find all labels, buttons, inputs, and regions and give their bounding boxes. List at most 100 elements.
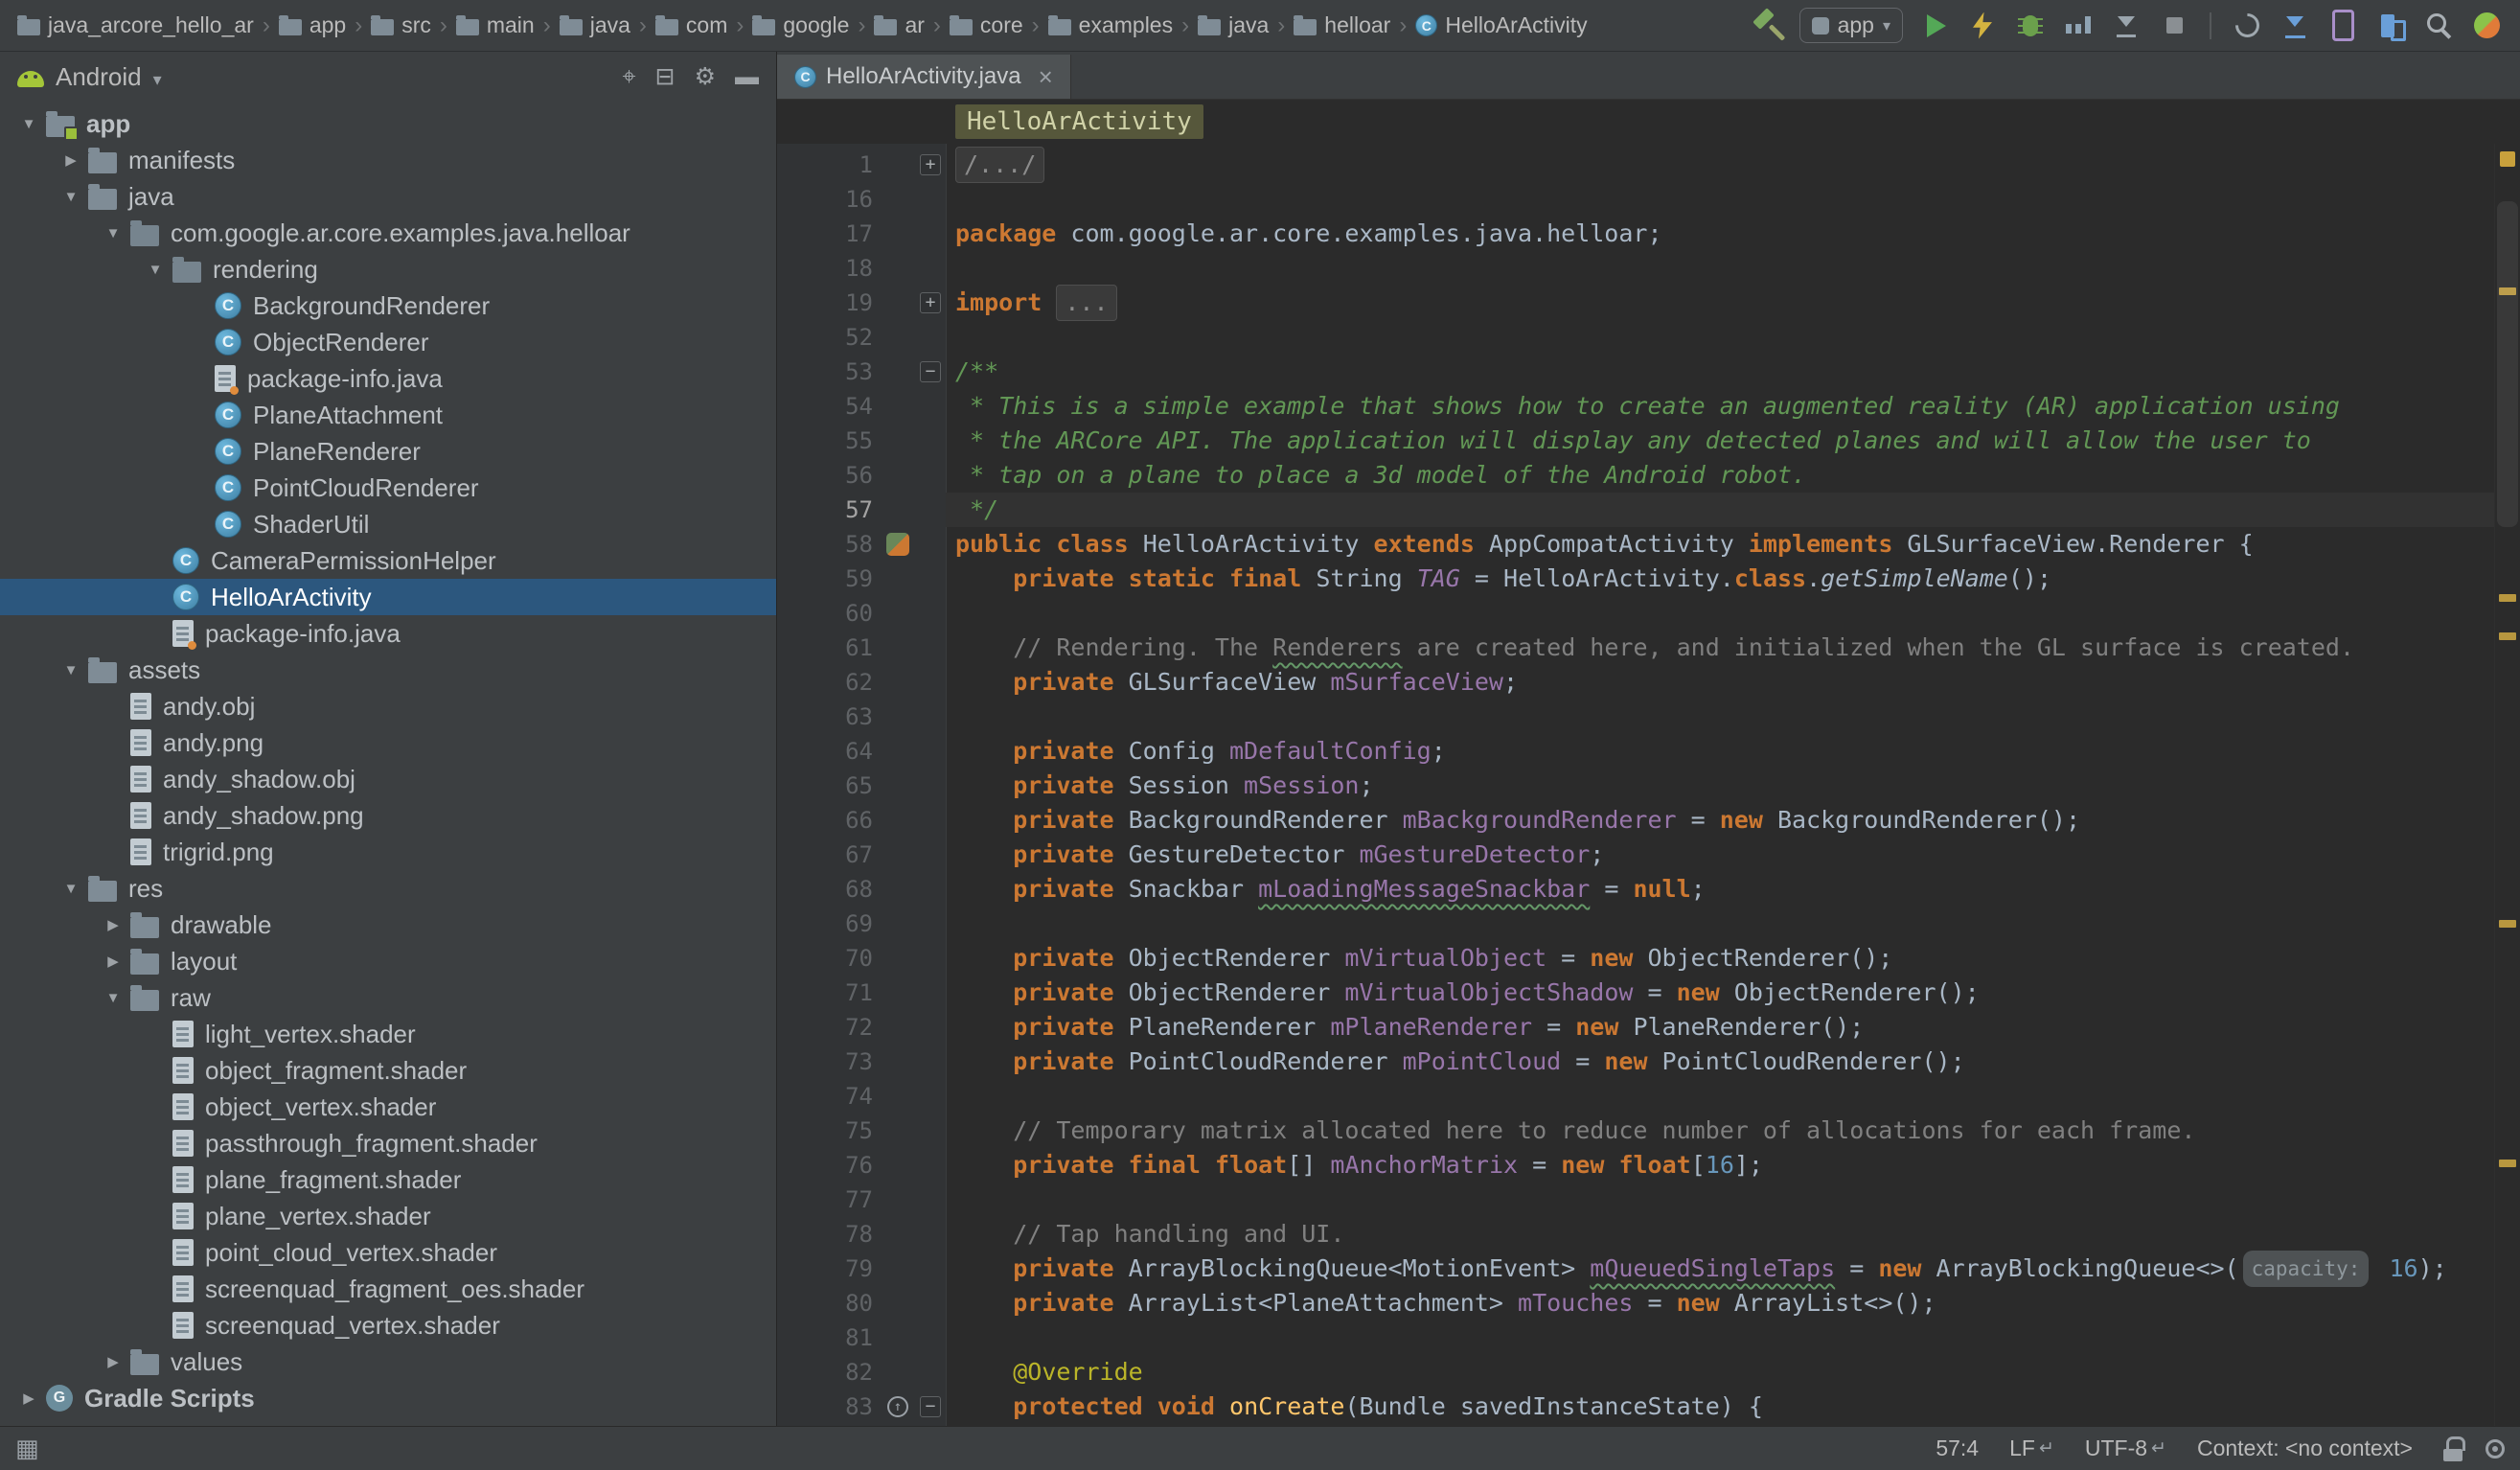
- gutter[interactable]: 83↑−: [777, 1390, 946, 1424]
- code-line[interactable]: 63: [777, 700, 2494, 734]
- code-line[interactable]: 68 private Snackbar mLoadingMessageSnack…: [777, 872, 2494, 907]
- gutter[interactable]: 61: [777, 631, 946, 665]
- tree-item-assets[interactable]: assets: [0, 652, 776, 688]
- tree-item-java[interactable]: java: [0, 178, 776, 215]
- gutter[interactable]: 55: [777, 424, 946, 458]
- tree-item-rendering[interactable]: rendering: [0, 251, 776, 287]
- code-line[interactable]: 67 private GestureDetector mGestureDetec…: [777, 838, 2494, 872]
- run-configuration-selector[interactable]: app▾: [1799, 8, 1903, 43]
- tree-item-package-info-java[interactable]: package-info.java: [0, 615, 776, 652]
- gutter[interactable]: 73: [777, 1045, 946, 1079]
- settings-icon[interactable]: ⚙: [695, 62, 716, 91]
- breadcrumb-item-main[interactable]: main: [450, 10, 540, 41]
- tree-item-plane-fragment-shader[interactable]: plane_fragment.shader: [0, 1161, 776, 1198]
- tree-item-object-vertex-shader[interactable]: object_vertex.shader: [0, 1089, 776, 1125]
- fold-expand-icon[interactable]: +: [920, 154, 941, 175]
- code-line[interactable]: 83↑− protected void onCreate(Bundle save…: [777, 1390, 2494, 1424]
- tree-item-trigrid-png[interactable]: trigrid.png: [0, 834, 776, 870]
- code-line[interactable]: 76 private final float[] mAnchorMatrix =…: [777, 1148, 2494, 1183]
- code-line[interactable]: 79 private ArrayBlockingQueue<MotionEven…: [777, 1252, 2494, 1286]
- tree-item-objectrenderer[interactable]: ObjectRenderer: [0, 324, 776, 360]
- gutter[interactable]: 52: [777, 320, 946, 355]
- warning-stripe-mark[interactable]: [2499, 632, 2516, 640]
- run-icon[interactable]: [1913, 6, 1957, 46]
- gutter[interactable]: 71: [777, 976, 946, 1010]
- tree-item-drawable[interactable]: drawable: [0, 907, 776, 943]
- breadcrumb-item-ar[interactable]: ar: [868, 10, 929, 41]
- gutter[interactable]: 60: [777, 596, 946, 631]
- code-line[interactable]: 55 * the ARCore API. The application wil…: [777, 424, 2494, 458]
- attach-debugger-icon[interactable]: [2104, 6, 2148, 46]
- tree-item-andy-shadow-obj[interactable]: andy_shadow.obj: [0, 761, 776, 797]
- overriding-method-gutter-icon[interactable]: ↑: [887, 1396, 908, 1417]
- gutter[interactable]: 59: [777, 562, 946, 596]
- apply-changes-icon[interactable]: [1960, 6, 2005, 46]
- status-utf-8[interactable]: UTF-8↵: [2085, 1436, 2166, 1461]
- gutter[interactable]: 72: [777, 1010, 946, 1045]
- chevron-right-icon[interactable]: [96, 916, 130, 933]
- code-line[interactable]: 71 private ObjectRenderer mVirtualObject…: [777, 976, 2494, 1010]
- tree-item-light-vertex-shader[interactable]: light_vertex.shader: [0, 1016, 776, 1052]
- code-line[interactable]: 61 // Rendering. The Renderers are creat…: [777, 631, 2494, 665]
- gutter[interactable]: 69: [777, 907, 946, 941]
- code-line[interactable]: 53−/**: [777, 355, 2494, 389]
- stop-icon[interactable]: [2152, 6, 2196, 46]
- close-tab-icon[interactable]: ×: [1039, 62, 1053, 92]
- tree-item-andy-png[interactable]: andy.png: [0, 724, 776, 761]
- chevron-down-icon[interactable]: [54, 662, 88, 678]
- breadcrumb-item-src[interactable]: src: [365, 10, 437, 41]
- gutter[interactable]: 62: [777, 665, 946, 700]
- tree-item-res[interactable]: res: [0, 870, 776, 907]
- breadcrumb-item-java[interactable]: java: [1192, 10, 1274, 41]
- tree-item-com-google-ar-core-examples-java-helloar[interactable]: com.google.ar.core.examples.java.helloar: [0, 215, 776, 251]
- code-line[interactable]: 70 private ObjectRenderer mVirtualObject…: [777, 941, 2494, 976]
- tree-item-camerapermissionhelper[interactable]: CameraPermissionHelper: [0, 542, 776, 579]
- code-line[interactable]: 56 * tap on a plane to place a 3d model …: [777, 458, 2494, 493]
- breadcrumb-item-core[interactable]: core: [944, 10, 1029, 41]
- tool-window-switcher-icon[interactable]: ▦: [15, 1434, 39, 1463]
- chevron-right-icon[interactable]: [96, 1353, 130, 1370]
- chevron-down-icon[interactable]: [96, 990, 130, 1006]
- gutter[interactable]: 78: [777, 1217, 946, 1252]
- chevron-down-icon[interactable]: [11, 116, 46, 132]
- folded-region-chip[interactable]: /.../: [955, 147, 1044, 183]
- editor[interactable]: 1+/.../1617package com.google.ar.core.ex…: [777, 144, 2520, 1426]
- gutter[interactable]: 66: [777, 803, 946, 838]
- code-line[interactable]: 18: [777, 251, 2494, 286]
- gutter[interactable]: 18: [777, 251, 946, 286]
- tree-item-object-fragment-shader[interactable]: object_fragment.shader: [0, 1052, 776, 1089]
- tree-item-values[interactable]: values: [0, 1344, 776, 1380]
- tree-item-andy-shadow-png[interactable]: andy_shadow.png: [0, 797, 776, 834]
- chevron-right-icon[interactable]: [11, 1390, 46, 1407]
- tree-item-shaderutil[interactable]: ShaderUtil: [0, 506, 776, 542]
- assistant-icon[interactable]: [2464, 6, 2509, 46]
- code-line[interactable]: 58public class HelloArActivity extends A…: [777, 527, 2494, 562]
- code-line[interactable]: 52: [777, 320, 2494, 355]
- chevron-down-icon[interactable]: [96, 225, 130, 241]
- gutter[interactable]: 74: [777, 1079, 946, 1114]
- breadcrumb-class-chip[interactable]: HelloArActivity: [955, 104, 1203, 139]
- gutter[interactable]: 75: [777, 1114, 946, 1148]
- lock-icon[interactable]: [2443, 1436, 2463, 1461]
- hector-icon[interactable]: [2486, 1439, 2505, 1459]
- breadcrumb-item-app[interactable]: app: [273, 10, 352, 41]
- status-lf[interactable]: LF↵: [2009, 1436, 2054, 1461]
- gutter[interactable]: 17: [777, 217, 946, 251]
- gutter[interactable]: 81: [777, 1321, 946, 1355]
- code-line[interactable]: 82 @Override: [777, 1355, 2494, 1390]
- code-line[interactable]: 16: [777, 182, 2494, 217]
- gutter[interactable]: 53−: [777, 355, 946, 389]
- code-line[interactable]: 65 private Session mSession;: [777, 769, 2494, 803]
- chevron-down-icon[interactable]: [54, 189, 88, 205]
- breadcrumb-item-google[interactable]: google: [746, 10, 855, 41]
- fold-expand-icon[interactable]: +: [920, 292, 941, 313]
- code-line[interactable]: 19+import ...: [777, 286, 2494, 320]
- gutter[interactable]: 57: [777, 493, 946, 527]
- scrollbar-error-stripe[interactable]: [2494, 144, 2520, 1426]
- sdk-manager-icon[interactable]: [2273, 6, 2317, 46]
- tree-item-planerenderer[interactable]: PlaneRenderer: [0, 433, 776, 470]
- gutter[interactable]: 56: [777, 458, 946, 493]
- code-line[interactable]: 72 private PlaneRenderer mPlaneRenderer …: [777, 1010, 2494, 1045]
- warning-stripe-mark[interactable]: [2499, 1160, 2516, 1167]
- gutter[interactable]: 64: [777, 734, 946, 769]
